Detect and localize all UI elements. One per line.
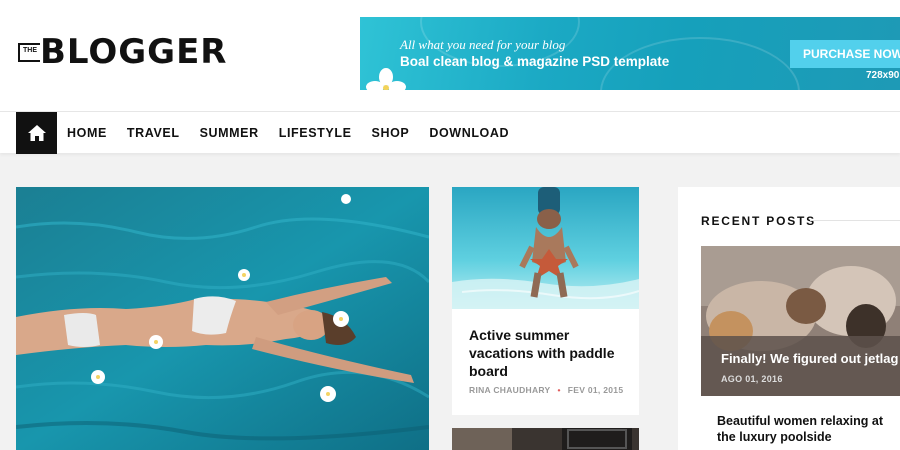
nav-item-download[interactable]: DOWNLOAD [429,126,509,140]
post-card-meta: RINA CHAUDHARY • FEV 01, 2015 [469,385,623,395]
sidebar: RECENT POSTS Finally! We figured out jet… [678,187,900,450]
post-card-image[interactable] [452,187,639,309]
site-logo[interactable]: THE BLOGGER [18,34,228,70]
featured-post-image[interactable] [16,187,429,450]
meta-separator: • [557,385,561,395]
post-card-title[interactable]: Active summer vacations with paddle boar… [469,326,629,380]
flower-icon [366,68,406,90]
underwater-snorkel-photo [452,187,639,309]
recent-post-title[interactable]: Finally! We figured out jetlag [721,351,898,366]
nav-home-button[interactable] [16,112,57,154]
site-header: THE BLOGGER All what you need for your b… [0,0,900,112]
recent-post-feature[interactable]: Finally! We figured out jetlag AGO 01, 2… [701,246,900,396]
nav-item-travel[interactable]: TRAVEL [127,126,180,140]
recent-posts-heading: RECENT POSTS [701,214,816,228]
banner-size-label: 728x90 [866,70,900,81]
home-icon [27,125,46,141]
heading-divider [810,220,900,221]
banner-title: Boal clean blog & magazine PSD template [400,54,670,69]
nav-items: HOME TRAVEL SUMMER LIFESTYLE SHOP DOWNLO… [67,112,529,154]
post-card[interactable]: Active summer vacations with paddle boar… [452,187,639,415]
recent-post-title[interactable]: Beautiful women relaxing at the luxury p… [717,413,897,445]
logo-name: BLOGGER [40,32,228,72]
main-nav: HOME TRAVEL SUMMER LIFESTYLE SHOP DOWNLO… [0,111,900,154]
nav-item-home[interactable]: HOME [67,126,107,140]
post-card-image-partial[interactable] [452,428,639,450]
banner-tagline: All what you need for your blog [400,37,566,52]
nav-item-lifestyle[interactable]: LIFESTYLE [279,126,352,140]
nav-item-shop[interactable]: SHOP [372,126,410,140]
nav-item-summer[interactable]: SUMMER [200,126,259,140]
recent-post-date: AGO 01, 2016 [721,374,783,384]
post-card-author[interactable]: RINA CHAUDHARY [469,385,550,395]
pool-woman-photo [16,187,429,450]
purchase-now-button[interactable]: PURCHASE NOW [790,40,900,68]
dark-photo [452,428,639,450]
post-card-date: FEV 01, 2015 [567,385,624,395]
logo-prefix: THE [18,42,40,62]
ad-banner[interactable]: All what you need for your blog Boal cle… [360,17,900,90]
